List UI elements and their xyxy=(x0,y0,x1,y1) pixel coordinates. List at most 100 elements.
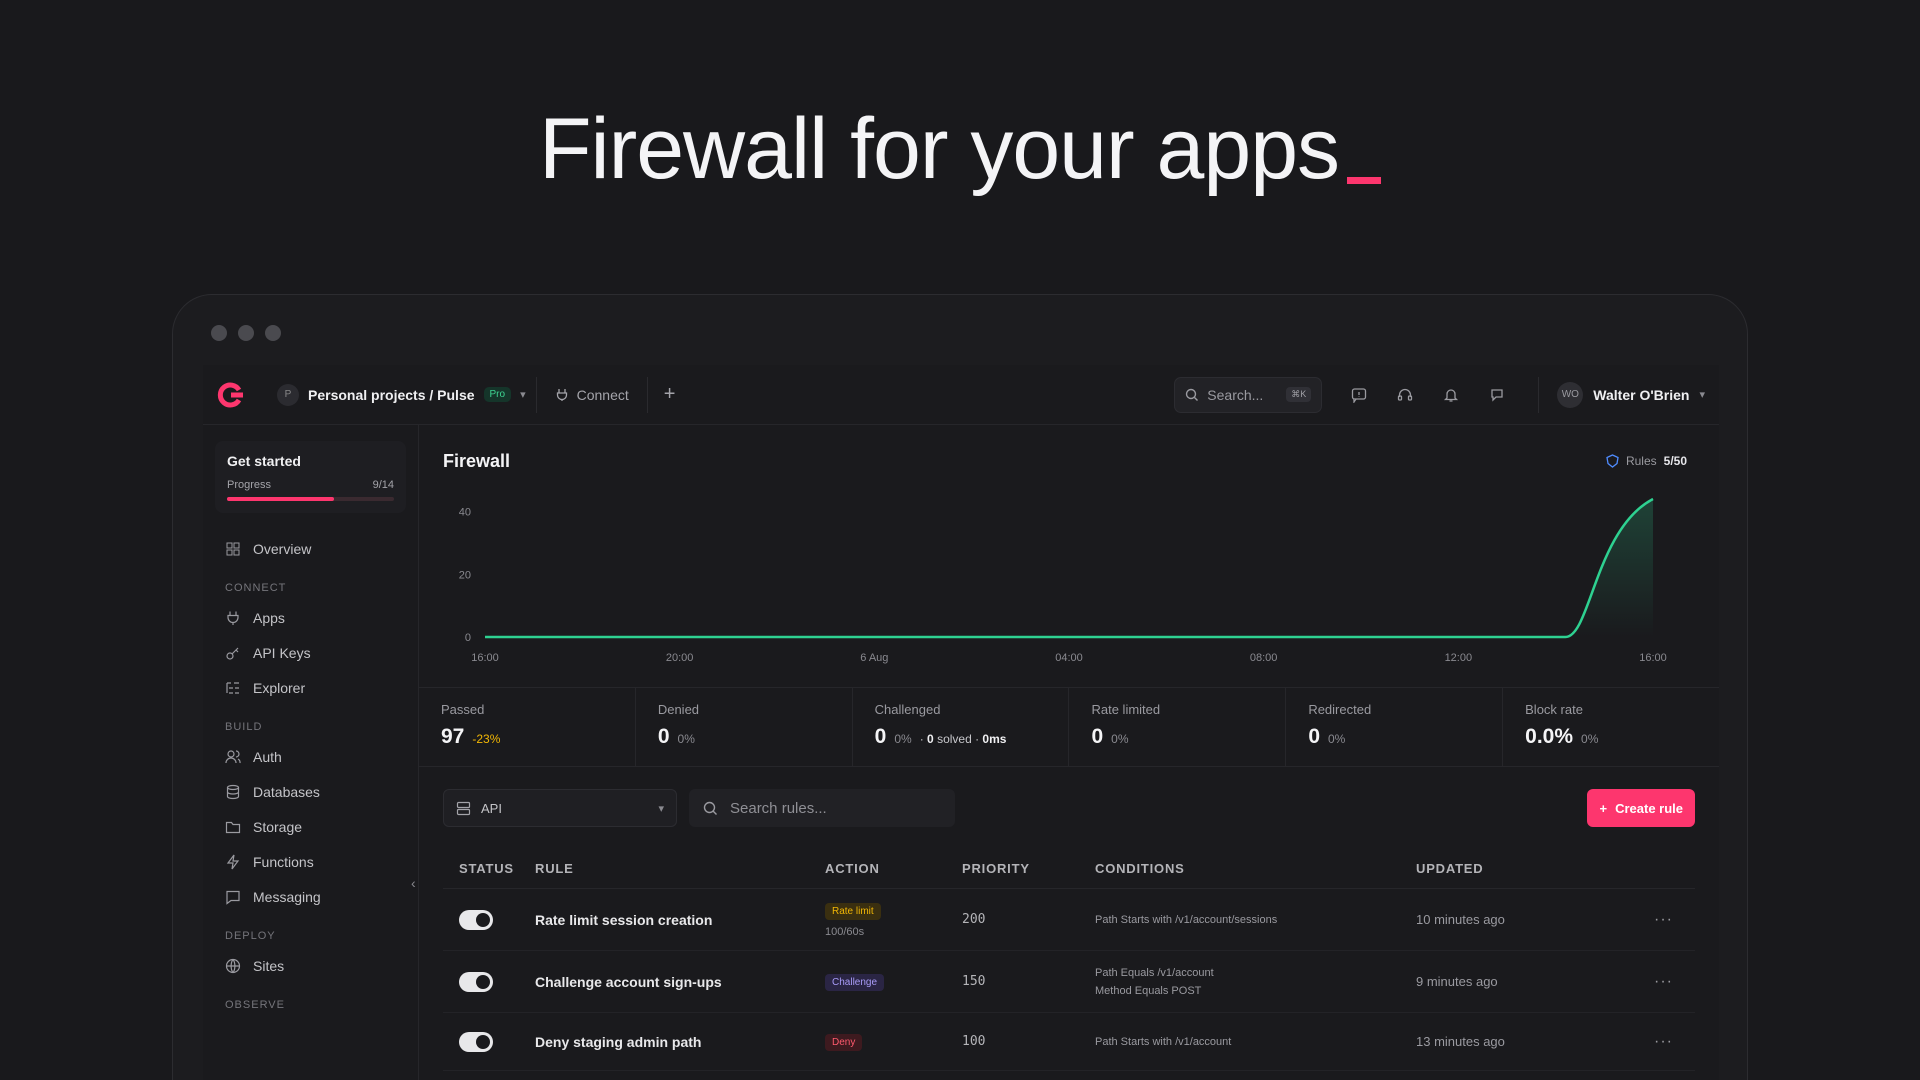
y-tick-label: 20 xyxy=(459,569,471,581)
create-rule-button[interactable]: + Create rule xyxy=(1587,789,1695,827)
collapse-sidebar-icon[interactable]: ‹ xyxy=(411,875,416,891)
chevron-down-icon: ▾ xyxy=(520,389,526,401)
chevron-down-icon: ▾ xyxy=(658,802,664,815)
priority-value: 200 xyxy=(962,912,986,927)
progress-label: Progress xyxy=(227,479,272,491)
plug-icon xyxy=(227,611,239,625)
column-header-conditions[interactable]: CONDITIONS xyxy=(1095,860,1416,878)
project-selector[interactable]: P Personal projects / Pulse Pro ▾ xyxy=(267,376,537,413)
rules-label: Rules xyxy=(1625,454,1657,468)
status-toggle[interactable] xyxy=(459,971,493,992)
rule-name: Challenge account sign-ups xyxy=(535,973,722,990)
sidebar-item-auth[interactable]: Auth xyxy=(203,739,418,774)
stat-label: Block rate xyxy=(1525,702,1583,717)
sidebar-item-messaging[interactable]: Messaging xyxy=(203,879,418,914)
global-search[interactable]: Search... ⌘K xyxy=(1174,376,1323,413)
search-rules-placeholder: Search rules... xyxy=(730,799,827,817)
user-avatar: WO xyxy=(1557,381,1584,408)
server-icon xyxy=(456,801,471,815)
status-toggle[interactable] xyxy=(459,1031,493,1052)
bell-icon[interactable] xyxy=(1428,387,1474,403)
progress-count: 9/14 xyxy=(372,479,394,491)
table-row[interactable]: Challenge account sign-ups Challenge 150… xyxy=(443,951,1695,1013)
solve-time: 0ms xyxy=(982,732,1007,746)
page-title: Firewall xyxy=(443,450,511,471)
rule-name: Rate limit session creation xyxy=(535,911,713,928)
project-avatar: P xyxy=(277,383,299,406)
add-icon[interactable]: + xyxy=(648,383,692,406)
window-controls xyxy=(211,325,281,341)
rules-table: STATUS RULE ACTION PRIORITY CONDITIONS U… xyxy=(443,849,1695,1071)
appwrite-logo-icon[interactable] xyxy=(217,381,245,409)
firewall-panel: Firewall Rules 5/50 0 20 40 16:00 20:00 6 Aug… xyxy=(419,425,1719,1080)
service-select[interactable]: API ▾ xyxy=(443,789,677,827)
rules-toolbar: API ▾ Search rules... + Create rule xyxy=(443,789,1695,827)
progress-fill xyxy=(227,497,334,501)
table-row[interactable]: Deny staging admin path Deny 100 Path St… xyxy=(443,1013,1695,1071)
series-line xyxy=(485,497,1654,639)
search-rules-input[interactable]: Search rules... xyxy=(689,789,955,827)
stat-percent: 0% xyxy=(1581,732,1599,746)
column-header-action[interactable]: ACTION xyxy=(825,861,962,876)
sidebar-item-overview[interactable]: Overview xyxy=(203,531,418,566)
table-row[interactable]: Rate limit session creation Rate limit 1… xyxy=(443,889,1695,951)
browser-frame: P Personal projects / Pulse Pro ▾ Connec… xyxy=(172,294,1748,1080)
traffic-chart: 0 20 40 16:00 20:00 6 Aug 04:00 08:00 12:00 16:00 xyxy=(459,497,1667,664)
stat-label: Redirected xyxy=(1308,702,1372,717)
condition-text: Path Starts with /v1/account xyxy=(1095,1035,1232,1048)
plus-icon: + xyxy=(1599,800,1608,816)
search-shortcut: ⌘K xyxy=(1286,387,1312,402)
select-value: API xyxy=(481,800,502,816)
status-toggle[interactable] xyxy=(459,909,493,930)
window-dot-close[interactable] xyxy=(211,325,227,341)
plan-badge: Pro xyxy=(483,387,512,402)
more-options-icon[interactable]: ··· xyxy=(1616,1033,1695,1051)
section-deploy: DEPLOY xyxy=(225,930,276,942)
action-badge: Rate limit xyxy=(825,903,881,920)
shield-icon xyxy=(1606,454,1619,468)
condition-text: Method Equals POST xyxy=(1095,984,1202,997)
action-badge: Deny xyxy=(825,1034,863,1051)
y-tick-label: 0 xyxy=(465,632,471,644)
sidebar-item-api-keys[interactable]: API Keys xyxy=(203,635,418,670)
priority-value: 100 xyxy=(962,1034,986,1049)
plug-icon xyxy=(556,388,567,401)
window-dot-maximize[interactable] xyxy=(265,325,281,341)
sidebar-item-explorer[interactable]: Explorer xyxy=(203,670,418,705)
globe-icon xyxy=(225,958,241,973)
more-options-icon[interactable]: ··· xyxy=(1616,911,1695,929)
window-dot-minimize[interactable] xyxy=(238,325,254,341)
more-options-icon[interactable]: ··· xyxy=(1616,973,1695,991)
chevron-down-icon: ▾ xyxy=(1699,389,1705,401)
column-header-priority[interactable]: PRIORITY xyxy=(962,861,1095,876)
sidebar-item-databases[interactable]: Databases xyxy=(203,774,418,809)
column-header-updated[interactable]: UPDATED xyxy=(1416,861,1616,876)
sidebar-item-apps[interactable]: Apps xyxy=(203,600,418,635)
x-tick-label: 16:00 xyxy=(1639,652,1667,664)
condition-text: Path Starts with /v1/account/sessions xyxy=(1095,913,1278,926)
column-header-status[interactable]: STATUS xyxy=(443,861,535,876)
create-rule-label: Create rule xyxy=(1615,800,1683,816)
column-header-rule[interactable]: RULE xyxy=(535,861,825,876)
users-icon xyxy=(225,749,241,763)
action-badge: Challenge xyxy=(825,974,885,991)
sidebar-item-sites[interactable]: Sites xyxy=(203,948,418,983)
stat-rate-limited: Rate limited 0 0% xyxy=(1069,688,1287,766)
sidebar-item-label: Functions xyxy=(253,853,314,870)
database-icon xyxy=(226,784,240,799)
chat-icon[interactable] xyxy=(1474,387,1520,403)
connect-button[interactable]: Connect xyxy=(537,376,648,413)
stat-block-rate: Block rate 0.0% 0% xyxy=(1503,688,1719,766)
sidebar-item-functions[interactable]: Functions xyxy=(203,844,418,879)
user-menu[interactable]: WO Walter O'Brien ▾ xyxy=(1538,376,1705,413)
get-started-card[interactable]: Get started Progress 9/14 xyxy=(215,441,406,513)
sidebar: Get started Progress 9/14 Overview CONNE… xyxy=(203,425,419,1080)
support-headset-icon[interactable] xyxy=(1382,387,1428,403)
solved-label: solved xyxy=(937,732,972,746)
x-tick-label: 08:00 xyxy=(1250,652,1278,664)
feedback-icon[interactable] xyxy=(1336,387,1382,403)
key-icon xyxy=(226,647,239,660)
sidebar-item-storage[interactable]: Storage xyxy=(203,809,418,844)
stat-passed: Passed 97 -23% xyxy=(419,688,636,766)
rules-counter: Rules 5/50 xyxy=(1606,454,1687,468)
